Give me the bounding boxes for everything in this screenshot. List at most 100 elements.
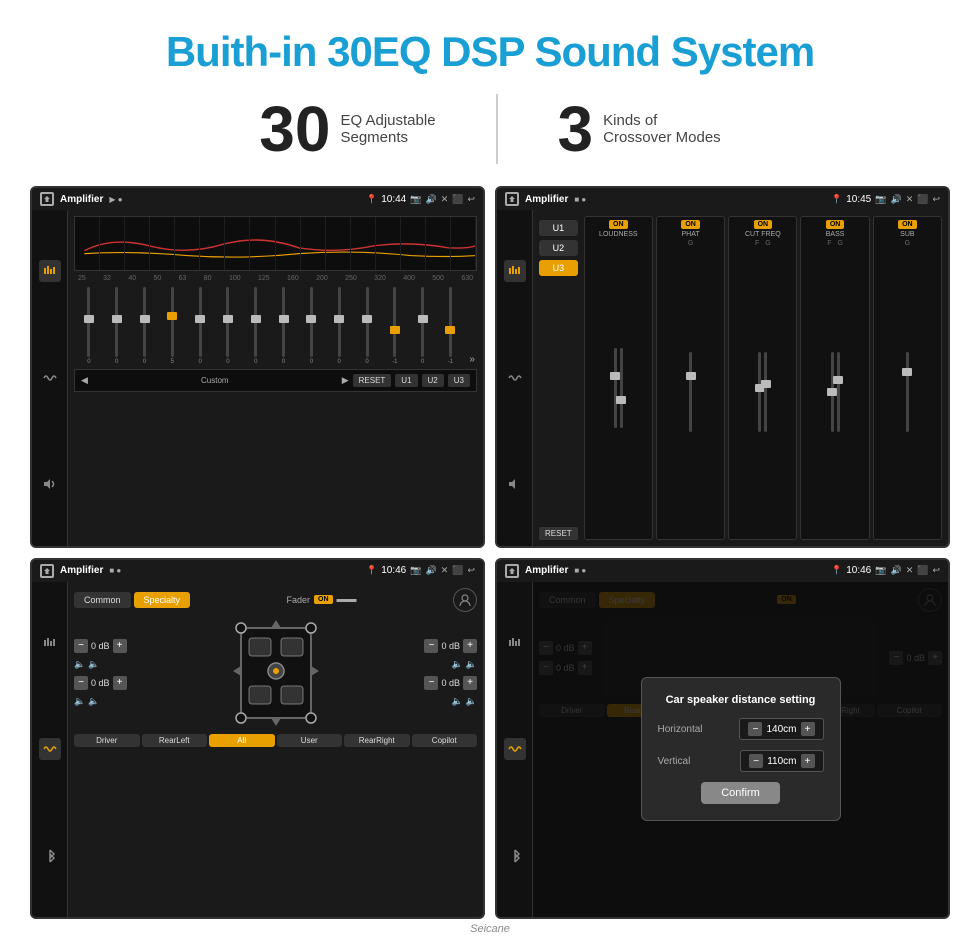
eq-slider-4[interactable]: 0 [187,285,213,365]
bass-on-badge: ON [826,220,845,229]
reset-btn[interactable]: RESET [353,374,392,387]
watermark: Seicane [470,919,510,939]
left-bot-minus[interactable]: − [74,676,88,690]
vertical-plus[interactable]: + [801,754,815,768]
vertical-minus[interactable]: − [749,754,763,768]
u1-cross-btn[interactable]: U1 [539,220,578,236]
eq-sliders-container: 0 0 0 5 [74,285,477,365]
sidebar-wave-icon-4[interactable] [504,738,526,760]
volume-icon-3: 🔊 [425,565,436,576]
car-diagram-area [148,618,403,728]
bass-slider[interactable] [804,249,865,536]
sidebar-eq-icon-3[interactable] [39,632,61,654]
dialog-horizontal-row: Horizontal − 140cm + [658,718,824,740]
screen1-main: 25 32 40 50 63 80 100 125 160 200 250 32… [68,210,483,546]
u2-btn[interactable]: U2 [422,374,444,387]
u3-cross-btn[interactable]: U3 [539,260,578,276]
loudness-on-badge: ON [609,220,628,229]
u3-btn[interactable]: U3 [448,374,470,387]
common-btn[interactable]: Common [74,592,131,608]
reset-cross-btn[interactable]: RESET [539,527,578,540]
right-speaker-icons2: 🔈 🔈 [452,696,477,707]
home-icon-1[interactable] [40,192,54,206]
eq-slider-8[interactable]: 0 [299,285,325,365]
rearright-btn[interactable]: RearRight [344,734,410,747]
screen-eq: Amplifier ▶ ● 📍 10:44 📷 🔊 ✕ ⬛ ↩ [30,186,485,548]
screen3-bottom-btns: Driver RearLeft All User RearRight Copil… [74,734,477,747]
eq-slider-0[interactable]: 0 [76,285,102,365]
sidebar-eq-icon-2[interactable] [504,260,526,282]
sidebar-wave-icon-3[interactable] [39,738,61,760]
sidebar-wave-icon[interactable] [39,367,61,389]
left-top-minus[interactable]: − [74,639,88,653]
eq-slider-9[interactable]: 0 [326,285,352,365]
screen2-title: Amplifier [525,194,568,205]
page-container: Buith-in 30EQ DSP Sound System 30 EQ Adj… [0,0,980,939]
rearleft-btn[interactable]: RearLeft [142,734,208,747]
sidebar-eq-icon-4[interactable] [504,632,526,654]
left-spk-icon4: 🔈 [88,696,99,707]
back-icon-3: ↩ [467,565,475,576]
stat-desc-line2-crossover: Crossover Modes [603,129,721,146]
eq-slider-3[interactable]: 5 [159,285,185,365]
specialty-btn[interactable]: Specialty [134,592,191,608]
right-top-minus[interactable]: − [424,639,438,653]
cutfreq-slider[interactable] [732,249,793,536]
right-bot-minus[interactable]: − [424,676,438,690]
loudness-label: LOUDNESS [599,231,638,238]
sidebar-bt-icon-4[interactable] [504,845,526,867]
eq-slider-10[interactable]: 0 [354,285,380,365]
eq-slider-2[interactable]: 0 [132,285,158,365]
sub-slider[interactable] [877,249,938,536]
sidebar-vol-icon-2[interactable] [504,473,526,495]
eq-slider-1[interactable]: 0 [104,285,130,365]
u2-cross-btn[interactable]: U2 [539,240,578,256]
screen4-time: 10:46 [846,565,871,576]
left-top-plus[interactable]: + [113,639,127,653]
car-diagram-svg [231,618,321,728]
sidebar-eq-icon[interactable] [39,260,61,282]
sidebar-bt-icon[interactable] [39,845,61,867]
eq-slider-13[interactable]: -1 [438,285,464,365]
sub-label: SUB [900,231,914,238]
status-bar-2: Amplifier ■ ● 📍 10:45 📷 🔊 ✕ ⬛ ↩ [497,188,948,210]
screen3-title: Amplifier [60,565,103,576]
right-top-plus[interactable]: + [463,639,477,653]
x-icon-4: ✕ [906,565,914,576]
eq-slider-12[interactable]: 0 [410,285,436,365]
sidebar-wave-icon-2[interactable] [504,367,526,389]
user-btn[interactable]: User [277,734,343,747]
home-icon-2[interactable] [505,192,519,206]
home-icon-4[interactable] [505,564,519,578]
driver-btn[interactable]: Driver [74,734,140,747]
eq-slider-11[interactable]: -1 [382,285,408,365]
eq-slider-5[interactable]: 0 [215,285,241,365]
phat-slider[interactable] [660,249,721,536]
confirm-button[interactable]: Confirm [701,782,780,804]
eq-slider-6[interactable]: 0 [243,285,269,365]
screen-icon-2: ⬛ [917,194,928,205]
eq-slider-7[interactable]: 0 [271,285,297,365]
horizontal-minus[interactable]: − [748,722,762,736]
stat-desc-line1-crossover: Kinds of [603,112,721,129]
screen3-mode-btns: Common Specialty [74,592,190,608]
u1-btn[interactable]: U1 [395,374,417,387]
all-btn[interactable]: All [209,734,275,747]
left-bot-plus[interactable]: + [113,676,127,690]
horizontal-plus[interactable]: + [801,722,815,736]
screen-speaker: Amplifier ■ ● 📍 10:46 📷 🔊 ✕ ⬛ ↩ [30,558,485,920]
sidebar-vol-icon[interactable] [39,473,61,495]
eq-curve-svg [75,217,476,270]
volume-icon-4: 🔊 [890,565,901,576]
home-icon-3[interactable] [40,564,54,578]
phat-on-badge: ON [681,220,700,229]
loudness-slider[interactable] [588,240,649,536]
right-bot-plus[interactable]: + [463,676,477,690]
play-prev-icon[interactable]: ◀ [81,375,88,386]
copilot-btn[interactable]: Copilot [412,734,478,747]
left-sidebar-4 [497,582,533,918]
eq-display [74,216,477,271]
play-next-icon[interactable]: ▶ [342,375,349,386]
eq-controls: ◀ Custom ▶ RESET U1 U2 U3 [74,369,477,392]
screen3-content: Common Specialty Fader ON ▬▬ [32,582,483,918]
